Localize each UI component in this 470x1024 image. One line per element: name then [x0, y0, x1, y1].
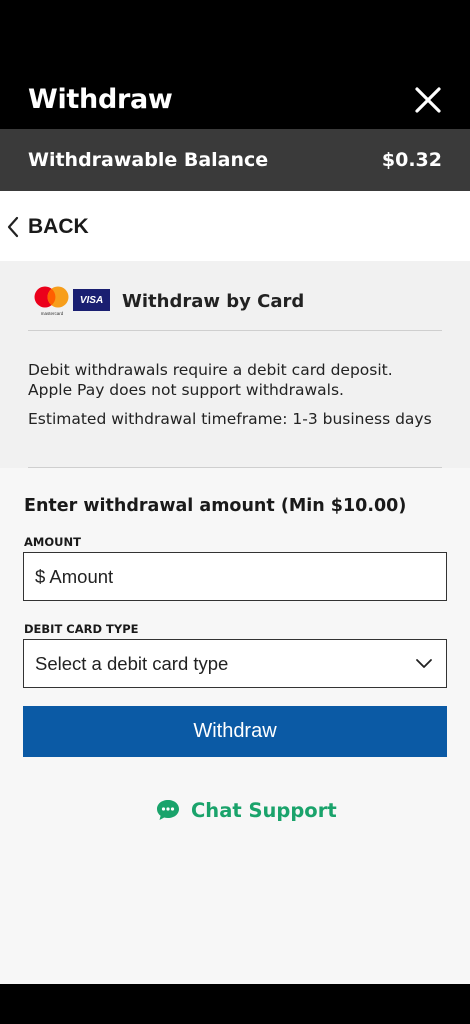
close-button[interactable]	[408, 80, 448, 120]
amount-label: AMOUNT	[24, 535, 81, 549]
withdraw-button[interactable]: Withdraw	[23, 706, 447, 757]
timeframe-text: Estimated withdrawal timeframe: 1-3 busi…	[28, 410, 432, 428]
withdraw-by-card-title: Withdraw by Card	[122, 291, 305, 312]
debit-card-type-label: DEBIT CARD TYPE	[24, 622, 139, 636]
amount-heading: Enter withdrawal amount (Min $10.00)	[24, 496, 407, 516]
visa-logo: VISA	[73, 289, 110, 311]
svg-text:mastercard: mastercard	[41, 311, 64, 316]
balance-value: $0.32	[381, 149, 442, 171]
debit-card-type-select[interactable]: Select a debit card type	[23, 639, 447, 688]
debit-info-text: Debit withdrawals require a debit card d…	[28, 361, 393, 399]
back-button[interactable]: BACK	[6, 207, 89, 247]
chevron-left-icon	[7, 216, 19, 238]
mastercard-logo: mastercard	[34, 286, 69, 316]
debit-card-type-value: Select a debit card type	[35, 652, 229, 674]
chat-support-label: Chat Support	[191, 798, 337, 822]
chat-support-link[interactable]: Chat Support	[155, 796, 337, 824]
close-icon	[415, 87, 441, 113]
divider	[28, 467, 442, 468]
back-label: BACK	[28, 215, 89, 238]
amount-input[interactable]: $ Amount	[23, 552, 447, 601]
chat-bubble-icon	[157, 800, 179, 820]
divider	[28, 330, 442, 331]
chevron-down-icon	[416, 659, 432, 668]
page-title: Withdraw	[28, 84, 173, 115]
amount-placeholder: $ Amount	[35, 565, 114, 587]
balance-label: Withdrawable Balance	[28, 149, 269, 171]
system-nav-bar	[0, 984, 470, 1024]
